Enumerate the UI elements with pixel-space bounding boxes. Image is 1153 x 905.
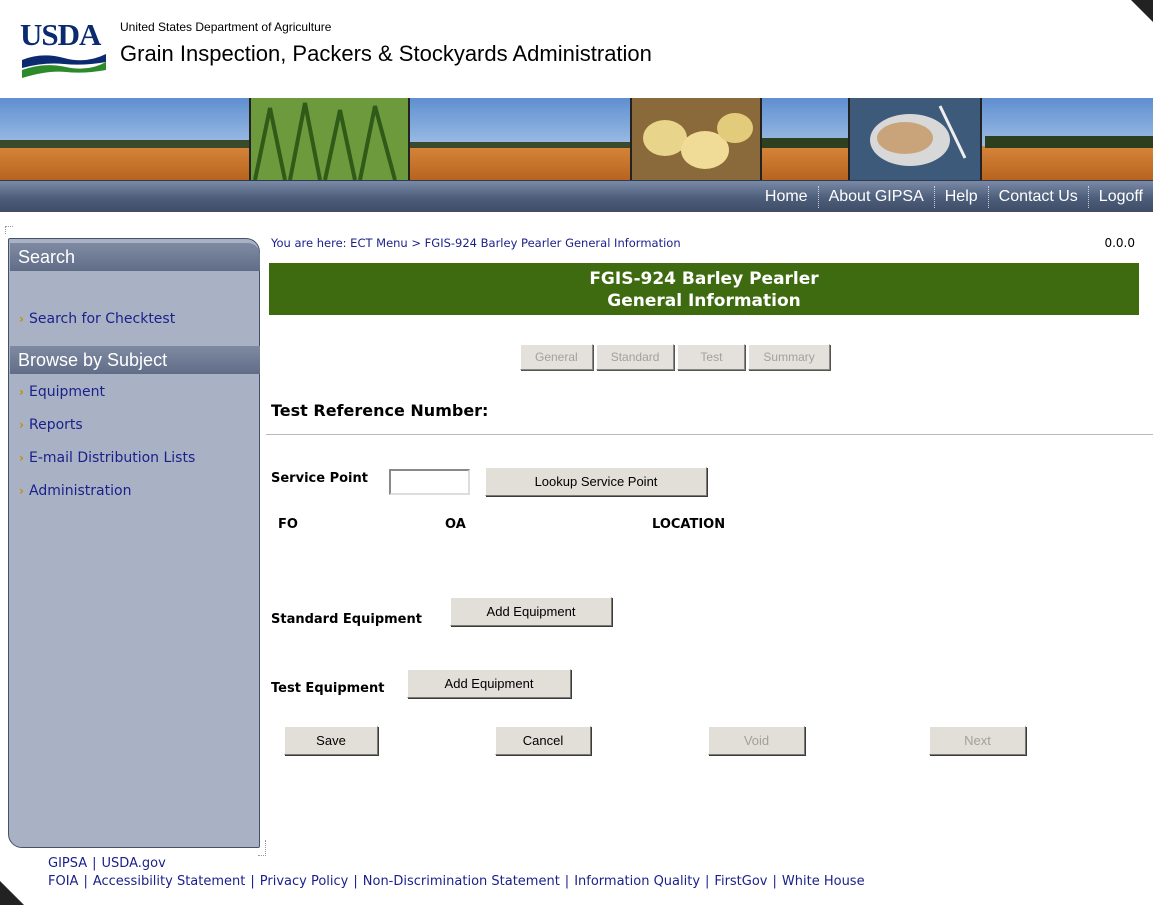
void-button[interactable]: Void: [708, 726, 805, 755]
chevron-right-icon: ›: [19, 312, 24, 326]
footer-link-usda-gov[interactable]: USDA.gov: [102, 856, 166, 871]
header-banner-image: [0, 98, 1153, 180]
site-header: USDA United States Department of Agricul…: [0, 0, 1153, 98]
sidebar-resize-corner: [258, 840, 266, 856]
column-header-fo: FO: [278, 517, 298, 532]
lookup-service-point-button[interactable]: Lookup Service Point: [485, 467, 707, 496]
sidebar-resize-corner: [5, 226, 13, 234]
page-title: FGIS-924 Barley Pearler: [589, 269, 819, 289]
sidebar-item-label: Equipment: [29, 384, 105, 400]
usda-wave-icon: [22, 54, 106, 78]
footer-links-primary: GIPSA | USDA.gov: [48, 856, 166, 871]
chevron-right-icon: ›: [19, 484, 24, 498]
footer-separator: |: [772, 874, 777, 889]
department-name: United States Department of Agriculture: [120, 20, 332, 34]
sidebar-item-label: E-mail Distribution Lists: [29, 450, 196, 466]
cancel-button[interactable]: Cancel: [495, 726, 591, 755]
save-button[interactable]: Save: [284, 726, 378, 755]
sidebar-item-label: Reports: [29, 417, 83, 433]
footer-separator: |: [564, 874, 570, 889]
footer-link-gipsa[interactable]: GIPSA: [48, 856, 87, 871]
sidebar-search-header: Search: [10, 243, 260, 271]
nav-logoff[interactable]: Logoff: [1087, 186, 1153, 208]
tab-standard[interactable]: Standard: [595, 344, 675, 370]
standard-equipment-label: Standard Equipment: [271, 612, 422, 627]
sidebar-panel: Search › Search for Checktest Browse by S…: [8, 238, 260, 848]
chevron-right-icon: ›: [19, 418, 24, 432]
footer-separator: |: [353, 874, 358, 889]
test-reference-number-label: Test Reference Number:: [271, 401, 489, 420]
breadcrumb[interactable]: You are here: ECT Menu > FGIS-924 Barley…: [271, 236, 681, 250]
nav-contact-us[interactable]: Contact Us: [987, 186, 1088, 208]
service-point-input[interactable]: [389, 469, 470, 495]
nav-help[interactable]: Help: [933, 186, 988, 208]
chevron-right-icon: ›: [19, 385, 24, 399]
footer-separator: |: [705, 874, 710, 889]
tab-test[interactable]: Test: [677, 344, 746, 370]
page-title-bar: FGIS-924 Barley Pearler General Informat…: [269, 263, 1139, 315]
sidebar-item-label: Search for Checktest: [29, 311, 176, 327]
nav-about-gipsa[interactable]: About GIPSA: [817, 186, 934, 208]
usda-logo-text: USDA: [20, 17, 101, 52]
sidebar-browse-header: Browse by Subject: [10, 346, 260, 374]
footer-links-secondary: FOIA | Accessibility Statement | Privacy Pol…: [48, 874, 865, 889]
window-corner-decoration: [0, 881, 24, 905]
sidebar-item-label: Administration: [29, 483, 132, 499]
sidebar-item-equipment[interactable]: › Equipment: [19, 384, 105, 400]
column-header-oa: OA: [445, 517, 466, 532]
service-point-label: Service Point: [271, 471, 368, 486]
add-test-equipment-button[interactable]: Add Equipment: [407, 669, 571, 698]
footer-separator: |: [250, 874, 255, 889]
column-header-location: LOCATION: [652, 517, 726, 532]
sidebar-item-email-distribution-lists[interactable]: › E-mail Distribution Lists: [19, 450, 195, 466]
footer-link-information-quality[interactable]: Information Quality: [574, 874, 700, 889]
chevron-right-icon: ›: [19, 451, 24, 465]
footer-separator: |: [92, 856, 97, 871]
footer-link-white-house[interactable]: White House: [782, 874, 865, 889]
tab-general[interactable]: General: [520, 344, 593, 370]
top-nav-bar: Home About GIPSA Help Contact Us Logoff: [0, 180, 1153, 212]
footer-link-foia[interactable]: FOIA: [48, 874, 78, 889]
version-number: 0.0.0: [1104, 236, 1135, 250]
footer-separator: |: [83, 874, 88, 889]
test-equipment-label: Test Equipment: [271, 681, 385, 696]
sidebar-item-search-for-checktest[interactable]: › Search for Checktest: [19, 311, 175, 327]
sidebar: Search › Search for Checktest Browse by S…: [8, 238, 262, 850]
footer-link-accessibility-statement[interactable]: Accessibility Statement: [93, 874, 246, 889]
form-tabs: General Standard Test Summary: [520, 344, 830, 370]
footer-link-firstgov[interactable]: FirstGov: [714, 874, 767, 889]
tab-summary[interactable]: Summary: [748, 344, 830, 370]
page-subtitle: General Information: [607, 291, 801, 311]
agency-name: Grain Inspection, Packers & Stockyards A…: [120, 41, 652, 66]
footer-link-privacy-policy[interactable]: Privacy Policy: [260, 874, 349, 889]
footer-link-non-discrimination-statement[interactable]: Non-Discrimination Statement: [363, 874, 560, 889]
sidebar-item-reports[interactable]: › Reports: [19, 417, 83, 433]
next-button[interactable]: Next: [929, 726, 1026, 755]
add-standard-equipment-button[interactable]: Add Equipment: [450, 597, 612, 626]
window-corner-decoration: [1131, 0, 1153, 22]
divider: [266, 434, 1153, 435]
usda-logo[interactable]: USDA: [20, 17, 106, 80]
top-nav: Home About GIPSA Help Contact Us Logoff: [755, 181, 1153, 213]
nav-home[interactable]: Home: [755, 186, 818, 208]
sidebar-item-administration[interactable]: › Administration: [19, 483, 131, 499]
